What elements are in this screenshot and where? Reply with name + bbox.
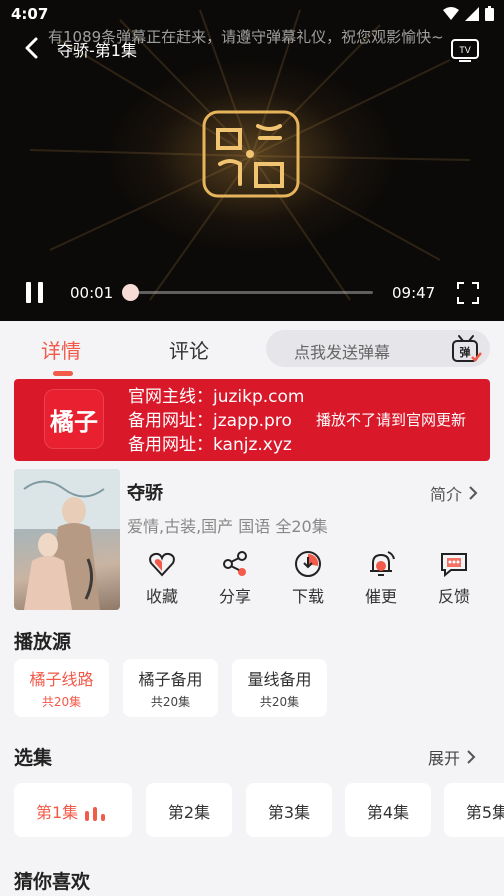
player-top-bar: 有1089条弹幕正在赶来，请遵守弹幕礼仪，祝您观影愉快~ 夺骄-第1集 TV	[0, 28, 504, 68]
source-name: 量线备用	[247, 670, 312, 689]
promo-banner[interactable]: 橘子 官网主线：juzikp.com 备用网址：jzapp.pro 备用网址：k…	[14, 379, 490, 461]
episode-label: 第4集	[366, 803, 410, 822]
danmu-input-placeholder: 点我发送弹幕	[294, 343, 391, 362]
favorite-label: 收藏	[145, 587, 178, 606]
expand-label: 展开	[428, 749, 461, 768]
download-icon	[295, 551, 321, 577]
detail-content: 详情 评论 点我发送弹幕 弹 橘子 官网主线：juzikp.com 备用网址：j…	[0, 321, 504, 896]
banner-line-1: 官网主线：juzikp.com	[128, 387, 305, 407]
feedback-label: 反馈	[437, 587, 470, 606]
episode-item[interactable]: 第1集	[14, 783, 132, 837]
episode-label: 第1集	[36, 803, 79, 822]
favorite-button[interactable]: 收藏	[132, 549, 192, 611]
banner-logo: 橘子	[44, 389, 104, 449]
wifi-icon	[443, 6, 459, 20]
signal-icon	[465, 6, 479, 21]
episode-item[interactable]: 第5集	[444, 783, 504, 837]
playing-indicator-icon	[85, 807, 105, 821]
back-icon[interactable]	[18, 34, 46, 62]
chevron-right-icon	[469, 486, 478, 500]
show-title: 夺骄	[127, 483, 163, 504]
pause-icon[interactable]	[24, 282, 46, 304]
source-count: 共20集	[150, 695, 191, 709]
current-time: 00:01	[70, 284, 114, 302]
share-icon	[223, 551, 247, 576]
progress-bar[interactable]	[130, 291, 373, 294]
chevron-right-icon	[467, 750, 476, 764]
heart-icon	[149, 552, 175, 577]
episode-list: 第1集 第2集 第3集 第4集 第5集	[0, 783, 504, 839]
source-list: 橘子线路 共20集 橘子备用 共20集 量线备用 共20集	[14, 659, 494, 719]
episode-item[interactable]: 第2集	[146, 783, 232, 837]
request-update-label: 催更	[364, 587, 397, 606]
episode-label: 第2集	[167, 803, 211, 822]
episode-label: 第5集	[465, 803, 504, 822]
source-name: 橘子备用	[138, 670, 203, 689]
video-logo-stamp	[202, 110, 300, 198]
total-time: 09:47	[392, 284, 436, 302]
action-row: 收藏 分享 下载 催更 反馈	[127, 549, 504, 611]
banner-line-3: 备用网址：kanjz.xyz	[128, 435, 292, 455]
share-label: 分享	[218, 587, 251, 606]
episode-label: 第3集	[267, 803, 311, 822]
banner-line-2: 备用网址：jzapp.pro	[128, 411, 292, 431]
episode-item[interactable]: 第4集	[345, 783, 431, 837]
status-time: 4:07	[11, 5, 49, 23]
share-button[interactable]: 分享	[205, 549, 265, 611]
battery-icon	[485, 6, 494, 21]
episodes-title: 选集	[14, 747, 53, 769]
tab-bar: 详情 评论 点我发送弹幕 弹	[0, 321, 504, 377]
download-button[interactable]: 下载	[278, 549, 338, 611]
source-item[interactable]: 橘子备用 共20集	[123, 659, 218, 717]
feedback-button[interactable]: 反馈	[424, 549, 484, 611]
svg-text:TV: TV	[459, 45, 471, 55]
show-meta: 爱情,古装,国产 国语 全20集	[127, 517, 328, 536]
download-label: 下载	[291, 587, 324, 606]
source-count: 共20集	[41, 695, 82, 709]
source-count: 共20集	[259, 695, 300, 709]
video-title: 夺骄-第1集	[57, 41, 137, 60]
banner-note: 播放不了请到官网更新	[316, 411, 467, 429]
fullscreen-icon[interactable]	[457, 282, 479, 304]
source-name: 橘子线路	[29, 670, 94, 689]
intro-label: 简介	[430, 485, 463, 504]
danmu-tv-icon[interactable]: 弹	[450, 333, 482, 365]
video-player[interactable]: 4:07 有1089条弹幕正在赶来，请遵守弹幕礼仪，祝您观影愉快~ 夺骄-第1集…	[0, 0, 504, 321]
intro-link[interactable]: 简介	[430, 481, 478, 505]
expand-episodes-button[interactable]: 展开	[428, 745, 476, 769]
danmu-input[interactable]: 点我发送弹幕 弹	[266, 330, 490, 367]
recommend-title: 猜你喜欢	[14, 871, 91, 893]
tv-cast-icon[interactable]: TV	[450, 36, 480, 62]
show-info: 夺骄 简介 爱情,古装,国产 国语 全20集 收藏 分享 下载 催更 反馈	[0, 469, 504, 614]
poster-art	[14, 469, 120, 610]
status-icons	[443, 6, 494, 21]
sources-title: 播放源	[14, 631, 72, 653]
progress-knob[interactable]	[122, 284, 140, 301]
banner-urls: 官网主线：juzikp.com 备用网址：jzapp.pro 备用网址：kanj…	[128, 385, 305, 457]
player-controls: 00:01 09:47	[0, 270, 504, 314]
request-update-button[interactable]: 催更	[351, 549, 411, 611]
tab-indicator	[53, 371, 73, 376]
status-bar: 4:07	[0, 0, 504, 28]
tab-comments[interactable]: 评论	[169, 335, 209, 364]
show-poster[interactable]	[14, 469, 120, 610]
source-item[interactable]: 量线备用 共20集	[232, 659, 327, 717]
svg-text:弹: 弹	[460, 345, 471, 359]
tab-details[interactable]: 详情	[41, 335, 81, 364]
bell-icon	[370, 551, 395, 576]
source-item[interactable]: 橘子线路 共20集	[14, 659, 109, 717]
feedback-icon	[441, 553, 467, 578]
episode-item[interactable]: 第3集	[246, 783, 332, 837]
